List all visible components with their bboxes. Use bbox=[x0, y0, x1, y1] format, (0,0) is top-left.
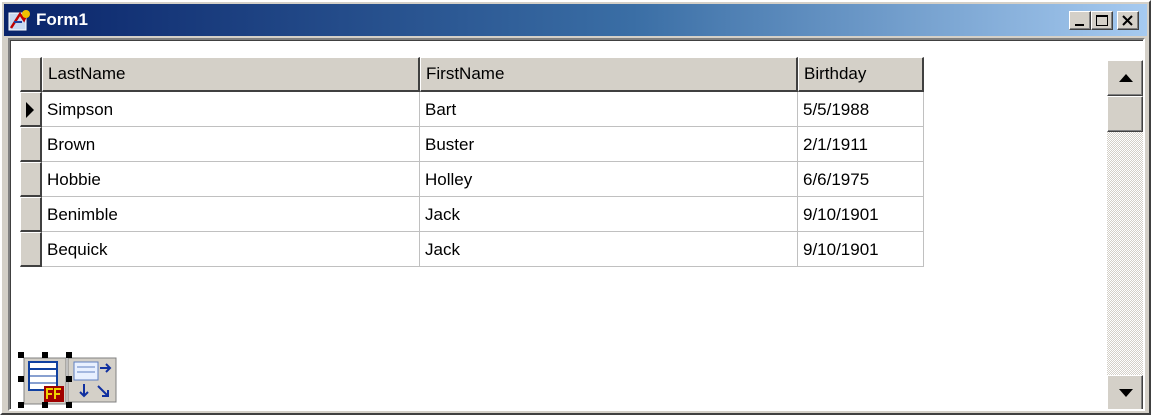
triangle-right-icon bbox=[26, 102, 34, 118]
component-tray bbox=[18, 352, 117, 408]
delphi-form-icon[interactable] bbox=[8, 8, 32, 32]
cell-birthday[interactable]: 2/1/1911 bbox=[798, 127, 924, 162]
scroll-down-button[interactable] bbox=[1107, 375, 1143, 409]
form-client-area: LastName FirstName Birthday Simpson Bart… bbox=[8, 38, 1145, 411]
cell-birthday[interactable]: 6/6/1975 bbox=[798, 162, 924, 197]
cell-birthday[interactable]: 9/10/1901 bbox=[798, 232, 924, 267]
maximize-button[interactable] bbox=[1091, 11, 1113, 30]
close-icon bbox=[1122, 15, 1133, 26]
cell-lastname[interactable]: Simpson bbox=[42, 92, 420, 127]
window-title: Form1 bbox=[36, 10, 88, 29]
row-indicator[interactable] bbox=[20, 162, 42, 197]
minimize-button[interactable] bbox=[1069, 11, 1091, 30]
form1-window: Form1 LastName FirstName Birthday Simpso… bbox=[0, 0, 1151, 415]
scroll-up-button[interactable] bbox=[1107, 60, 1143, 96]
column-header-birthday[interactable]: Birthday bbox=[798, 57, 924, 92]
row-indicator[interactable] bbox=[20, 197, 42, 232]
title-bar[interactable]: Form1 bbox=[4, 4, 1147, 36]
table-component-icon[interactable] bbox=[23, 357, 67, 405]
minimize-icon bbox=[1075, 24, 1084, 26]
cell-lastname[interactable]: Benimble bbox=[42, 197, 420, 232]
cell-birthday[interactable]: 9/10/1901 bbox=[798, 197, 924, 232]
header-indicator-cell bbox=[20, 57, 42, 92]
scroll-up-arrow-icon bbox=[1119, 74, 1133, 82]
cell-lastname[interactable]: Hobbie bbox=[42, 162, 420, 197]
cell-lastname[interactable]: Bequick bbox=[42, 232, 420, 267]
row-indicator[interactable] bbox=[20, 92, 42, 127]
cell-firstname[interactable]: Jack bbox=[420, 197, 798, 232]
cell-firstname[interactable]: Buster bbox=[420, 127, 798, 162]
cell-firstname[interactable]: Holley bbox=[420, 162, 798, 197]
row-indicator[interactable] bbox=[20, 232, 42, 267]
close-button[interactable] bbox=[1117, 11, 1139, 30]
cell-birthday[interactable]: 5/5/1988 bbox=[798, 92, 924, 127]
column-header-lastname[interactable]: LastName bbox=[42, 57, 420, 92]
column-header-firstname[interactable]: FirstName bbox=[420, 57, 798, 92]
cell-firstname[interactable]: Jack bbox=[420, 232, 798, 267]
scroll-down-arrow-icon bbox=[1119, 389, 1133, 397]
cell-firstname[interactable]: Bart bbox=[420, 92, 798, 127]
row-indicator[interactable] bbox=[20, 127, 42, 162]
maximize-icon bbox=[1096, 15, 1108, 26]
cell-lastname[interactable]: Brown bbox=[42, 127, 420, 162]
datasource-component-icon[interactable] bbox=[67, 357, 117, 403]
scroll-thumb[interactable] bbox=[1107, 96, 1143, 132]
vertical-scrollbar[interactable] bbox=[1107, 60, 1143, 409]
